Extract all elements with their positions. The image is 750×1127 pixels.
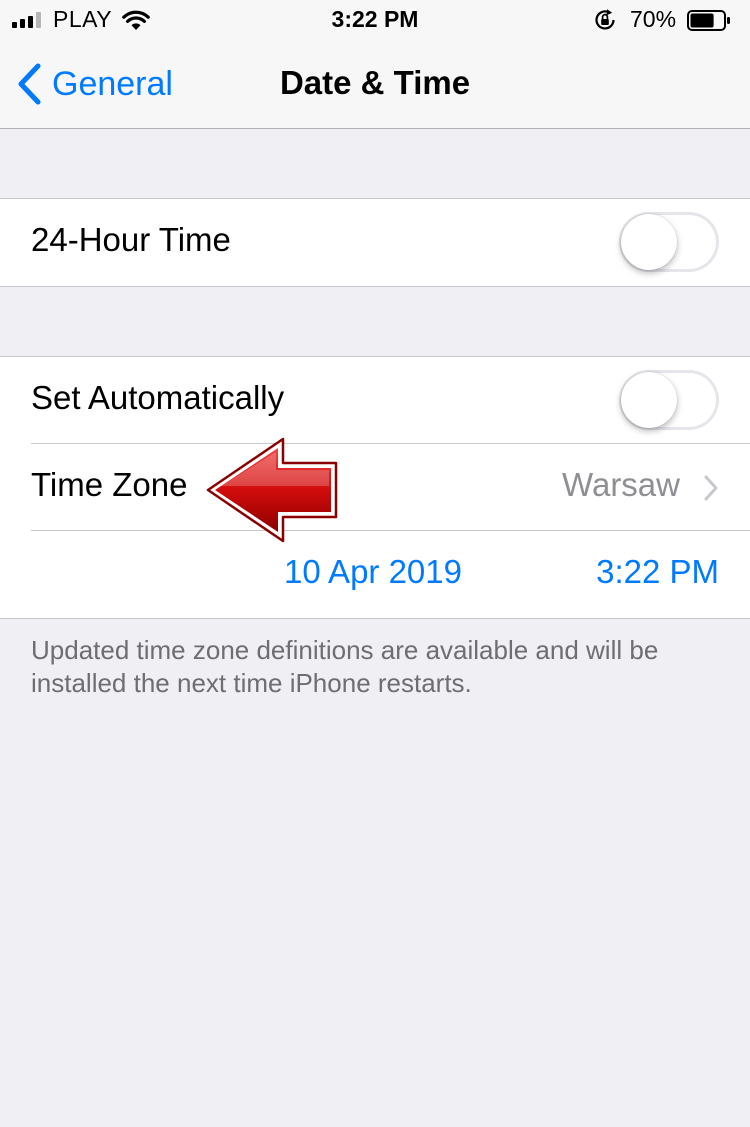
hour24-row: 24-Hour Time bbox=[0, 199, 750, 286]
navigation-bar: General Date & Time bbox=[0, 40, 750, 129]
time-value[interactable]: 3:22 PM bbox=[596, 553, 719, 591]
set-automatically-toggle[interactable] bbox=[619, 370, 719, 430]
orientation-lock-icon bbox=[595, 9, 615, 30]
time-zone-footnote: Updated time zone definitions are availa… bbox=[31, 635, 659, 698]
hour24-label: 24-Hour Time bbox=[31, 221, 231, 258]
page-title: Date & Time bbox=[279, 64, 471, 101]
time-zone-value: Warsaw bbox=[562, 466, 680, 503]
settings-group-hour-format: 24-Hour Time bbox=[0, 198, 750, 287]
hour24-toggle[interactable] bbox=[619, 212, 719, 272]
battery-percentage: 70% bbox=[630, 6, 677, 32]
status-bar: PLAY 3:22 PM 70% bbox=[0, 0, 750, 40]
battery-icon bbox=[687, 10, 730, 31]
time-zone-label: Time Zone bbox=[31, 466, 188, 503]
date-value[interactable]: 10 Apr 2019 bbox=[284, 553, 462, 591]
date-time-row: 10 Apr 2019 3:22 PM bbox=[0, 531, 750, 618]
set-automatically-row: Set Automatically bbox=[0, 357, 750, 444]
red-arrow-icon bbox=[206, 437, 338, 543]
settings-group-datetime: Set Automatically Time Zone Warsaw 10 Ap… bbox=[0, 356, 750, 619]
toggle-knob bbox=[621, 372, 677, 428]
toggle-knob bbox=[621, 214, 677, 270]
set-automatically-label: Set Automatically bbox=[31, 379, 285, 416]
time-zone-row[interactable]: Time Zone Warsaw bbox=[0, 444, 750, 531]
chevron-right-icon bbox=[704, 475, 718, 501]
